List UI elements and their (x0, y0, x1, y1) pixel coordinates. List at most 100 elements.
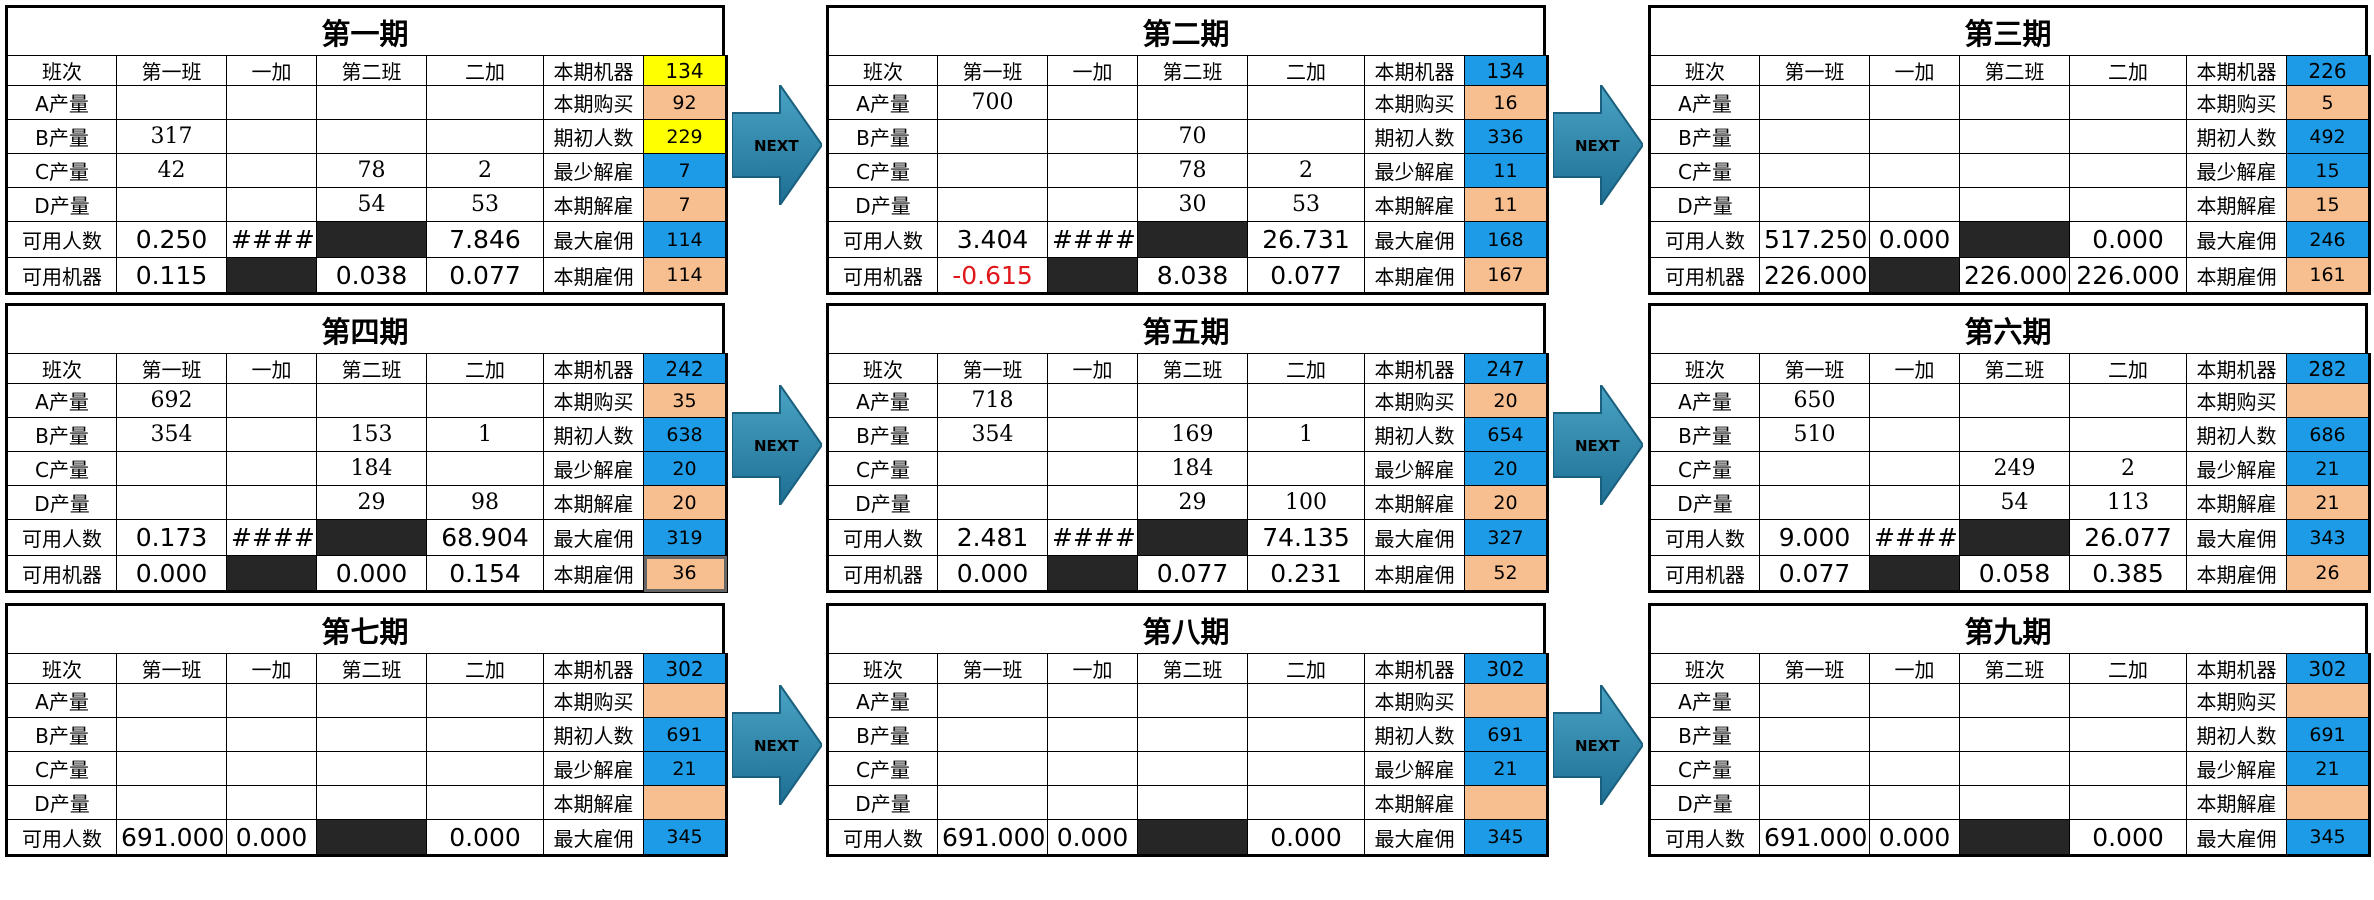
right-value-cell[interactable]: 246 (2286, 221, 2371, 258)
column-header[interactable]: 第一班 (116, 653, 227, 684)
column-header[interactable]: 二加 (426, 55, 544, 86)
data-cell[interactable] (1247, 751, 1365, 786)
data-cell[interactable]: 0.231 (1247, 555, 1365, 593)
data-cell[interactable] (1047, 187, 1138, 222)
row-label[interactable]: D产量 (826, 485, 938, 520)
data-cell[interactable] (226, 485, 317, 520)
data-cell[interactable] (226, 85, 317, 120)
data-cell[interactable] (316, 119, 427, 154)
column-header[interactable]: 一加 (1047, 653, 1138, 684)
row-label[interactable]: B产量 (5, 417, 117, 452)
column-header[interactable]: 一加 (1047, 55, 1138, 86)
data-cell[interactable]: 74.135 (1247, 519, 1365, 556)
data-cell[interactable]: 0.077 (1137, 555, 1248, 593)
right-label[interactable]: 本期购买 (543, 85, 644, 120)
data-cell[interactable] (1137, 683, 1248, 718)
data-cell[interactable]: 29 (316, 485, 427, 520)
next-arrow-button[interactable]: NEXT (1553, 385, 1643, 505)
data-cell[interactable] (1047, 485, 1138, 520)
data-cell[interactable] (2069, 153, 2187, 188)
data-cell[interactable] (316, 717, 427, 752)
right-value-cell[interactable]: 302 (643, 653, 728, 684)
row-label[interactable]: A产量 (1648, 683, 1760, 718)
data-cell[interactable]: 650 (1759, 383, 1870, 418)
row-label[interactable]: D产量 (1648, 785, 1760, 820)
data-cell[interactable] (1759, 85, 1870, 120)
column-header[interactable]: 二加 (2069, 353, 2187, 384)
data-cell[interactable] (426, 119, 544, 154)
data-cell[interactable] (937, 485, 1048, 520)
row-label[interactable]: B产量 (1648, 717, 1760, 752)
column-header[interactable]: 第一班 (116, 353, 227, 384)
data-cell[interactable] (1869, 751, 1960, 786)
column-header[interactable]: 班次 (5, 353, 117, 384)
column-header[interactable]: 二加 (426, 653, 544, 684)
right-value-cell[interactable] (2286, 785, 2371, 820)
data-cell[interactable]: 26.077 (2069, 519, 2187, 556)
data-cell[interactable]: 1 (1247, 417, 1365, 452)
right-label[interactable]: 最少解雇 (1364, 153, 1465, 188)
data-cell[interactable] (116, 85, 227, 120)
data-cell[interactable] (226, 751, 317, 786)
row-label[interactable]: D产量 (5, 485, 117, 520)
data-cell[interactable] (1959, 221, 2070, 258)
right-value-cell[interactable]: 21 (2286, 485, 2371, 520)
data-cell[interactable]: 98 (426, 485, 544, 520)
period-title[interactable]: 第三期 (1648, 5, 2368, 55)
right-value-cell[interactable]: 21 (2286, 751, 2371, 786)
period-title[interactable]: 第四期 (5, 303, 725, 353)
row-label[interactable]: 可用人数 (5, 819, 117, 857)
column-header[interactable]: 二加 (2069, 653, 2187, 684)
column-header[interactable]: 第一班 (937, 353, 1048, 384)
right-label[interactable]: 本期雇佣 (543, 555, 644, 593)
right-value-cell[interactable]: 302 (1464, 653, 1549, 684)
data-cell[interactable] (426, 785, 544, 820)
data-cell[interactable] (1247, 85, 1365, 120)
data-cell[interactable] (1137, 717, 1248, 752)
data-cell[interactable] (1759, 119, 1870, 154)
right-value-cell[interactable] (2286, 683, 2371, 718)
data-cell[interactable]: 691.000 (116, 819, 227, 857)
data-cell[interactable] (316, 85, 427, 120)
right-value-cell[interactable] (643, 683, 728, 718)
data-cell[interactable] (116, 451, 227, 486)
data-cell[interactable] (2069, 751, 2187, 786)
data-cell[interactable]: 68.904 (426, 519, 544, 556)
data-cell[interactable]: 691.000 (937, 819, 1048, 857)
data-cell[interactable]: 54 (1959, 485, 2070, 520)
data-cell[interactable]: 0.173 (116, 519, 227, 556)
row-label[interactable]: D产量 (826, 187, 938, 222)
right-value-cell[interactable]: 16 (1464, 85, 1549, 120)
right-value-cell[interactable]: 242 (643, 353, 728, 384)
data-cell[interactable]: 70 (1137, 119, 1248, 154)
data-cell[interactable] (316, 785, 427, 820)
data-cell[interactable] (937, 187, 1048, 222)
right-label[interactable]: 本期购买 (543, 683, 644, 718)
data-cell[interactable] (1247, 717, 1365, 752)
data-cell[interactable]: 54 (316, 187, 427, 222)
data-cell[interactable] (116, 751, 227, 786)
data-cell[interactable] (2069, 187, 2187, 222)
right-value-cell[interactable]: 638 (643, 417, 728, 452)
right-value-cell[interactable]: 229 (643, 119, 728, 154)
data-cell[interactable] (226, 555, 317, 593)
column-header[interactable]: 一加 (1869, 653, 1960, 684)
right-value-cell[interactable]: 327 (1464, 519, 1549, 556)
right-label[interactable]: 本期雇佣 (1364, 555, 1465, 593)
row-label[interactable]: 可用机器 (5, 257, 117, 295)
column-header[interactable]: 第一班 (116, 55, 227, 86)
data-cell[interactable]: ##### (1869, 519, 1960, 556)
row-label[interactable]: B产量 (826, 717, 938, 752)
data-cell[interactable] (226, 187, 317, 222)
data-cell[interactable]: 0.000 (1047, 819, 1138, 857)
column-header[interactable]: 二加 (1247, 55, 1365, 86)
right-value-cell[interactable]: 343 (2286, 519, 2371, 556)
right-label[interactable]: 本期购买 (1364, 383, 1465, 418)
data-cell[interactable]: 718 (937, 383, 1048, 418)
period-title[interactable]: 第二期 (826, 5, 1546, 55)
data-cell[interactable]: 0.250 (116, 221, 227, 258)
data-cell[interactable] (1047, 417, 1138, 452)
row-label[interactable]: C产量 (1648, 451, 1760, 486)
column-header[interactable]: 第二班 (1959, 353, 2070, 384)
right-label[interactable]: 期初人数 (1364, 119, 1465, 154)
